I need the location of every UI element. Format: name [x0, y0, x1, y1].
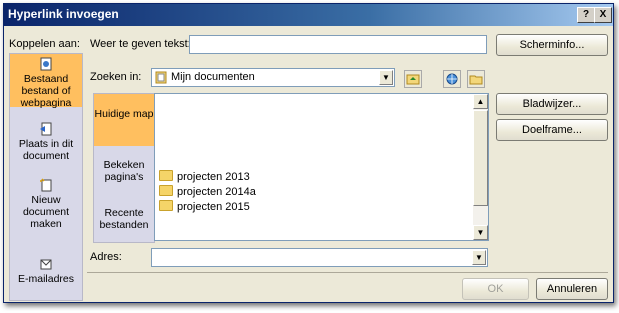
link-to-pane: Bestaand bestand of webpagina Plaats in … — [9, 53, 83, 301]
place-browsed-pages-label: Bekeken pagina's — [103, 159, 145, 183]
vertical-scrollbar[interactable]: ▲ ▼ — [473, 94, 488, 240]
list-item[interactable]: projecten 2013 — [159, 170, 250, 183]
help-button[interactable]: ? — [577, 7, 595, 23]
open-folder-icon — [469, 75, 483, 85]
place-current-folder[interactable]: Huidige map — [94, 94, 154, 146]
place-recent-files[interactable]: Recente bestanden — [94, 207, 154, 231]
link-place-in-document-label: Plaats in dit document — [18, 138, 74, 162]
link-to-label: Koppelen aan: — [9, 38, 80, 50]
documents-folder-icon — [155, 71, 167, 84]
place-browsed-pages[interactable]: Bekeken pagina's — [94, 159, 154, 183]
folder-icon — [159, 185, 173, 196]
up-folder-button[interactable] — [404, 70, 422, 88]
file-list[interactable]: projecten 2013 projecten 2014a projecten… — [154, 93, 489, 241]
ok-button[interactable]: OK — [462, 278, 529, 300]
folder-icon — [159, 170, 173, 181]
scroll-thumb[interactable] — [473, 110, 488, 206]
bookmark-button[interactable]: Bladwijzer... — [496, 93, 608, 115]
scroll-up-button[interactable]: ▲ — [473, 94, 488, 109]
dialog-title: Hyperlink invoegen — [8, 7, 119, 21]
place-in-document-icon — [40, 122, 52, 136]
chevron-down-icon[interactable]: ▼ — [472, 250, 486, 265]
new-document-icon — [40, 178, 52, 192]
folder-icon — [159, 200, 173, 211]
link-place-in-document[interactable]: Plaats in dit document — [10, 122, 82, 162]
browse-web-button[interactable] — [443, 70, 461, 88]
link-new-document[interactable]: Nieuw document maken — [10, 178, 82, 230]
target-frame-button[interactable]: Doelframe... — [496, 119, 608, 141]
existing-file-icon — [40, 57, 52, 71]
cancel-button[interactable]: Annuleren — [536, 278, 608, 300]
hyperlink-dialog: Hyperlink invoegen ? X Koppelen aan: Wee… — [3, 3, 614, 303]
file-name: projecten 2015 — [177, 201, 250, 213]
scroll-down-button[interactable]: ▼ — [473, 225, 488, 240]
link-email-address[interactable]: E-mailadres — [10, 257, 82, 285]
browse-file-button[interactable] — [467, 70, 485, 88]
look-in-value: Mijn documenten — [171, 71, 255, 83]
separator — [87, 272, 608, 273]
title-bar[interactable]: Hyperlink invoegen ? X — [4, 4, 613, 26]
place-recent-files-label: Recente bestanden — [99, 207, 149, 231]
chevron-down-icon[interactable]: ▼ — [379, 70, 393, 85]
look-in-label: Zoeken in: — [90, 71, 142, 83]
link-existing-file-label: Bestaand bestand of webpagina — [20, 73, 72, 109]
up-folder-icon — [406, 74, 420, 85]
display-text-label: Weer te geven tekst: — [90, 38, 191, 50]
browse-web-icon — [446, 73, 458, 85]
file-name: projecten 2014a — [177, 186, 256, 198]
link-existing-file[interactable]: Bestaand bestand of webpagina — [10, 54, 82, 109]
email-address-icon — [40, 259, 52, 270]
address-dropdown[interactable]: ▼ — [151, 248, 488, 267]
place-current-folder-label: Huidige map — [94, 108, 154, 120]
link-new-document-label: Nieuw document maken — [22, 194, 70, 230]
places-pane: Huidige map Bekeken pagina's Recente bes… — [93, 93, 155, 243]
screentip-button[interactable]: Scherminfo... — [496, 34, 608, 56]
list-item[interactable]: projecten 2015 — [159, 200, 250, 213]
file-name: projecten 2013 — [177, 171, 250, 183]
address-label: Adres: — [90, 251, 122, 263]
list-item[interactable]: projecten 2014a — [159, 185, 256, 198]
look-in-dropdown[interactable]: Mijn documenten ▼ — [151, 68, 395, 87]
link-email-address-label: E-mailadres — [17, 273, 75, 285]
close-button[interactable]: X — [594, 7, 612, 23]
display-text-input[interactable] — [189, 35, 487, 54]
